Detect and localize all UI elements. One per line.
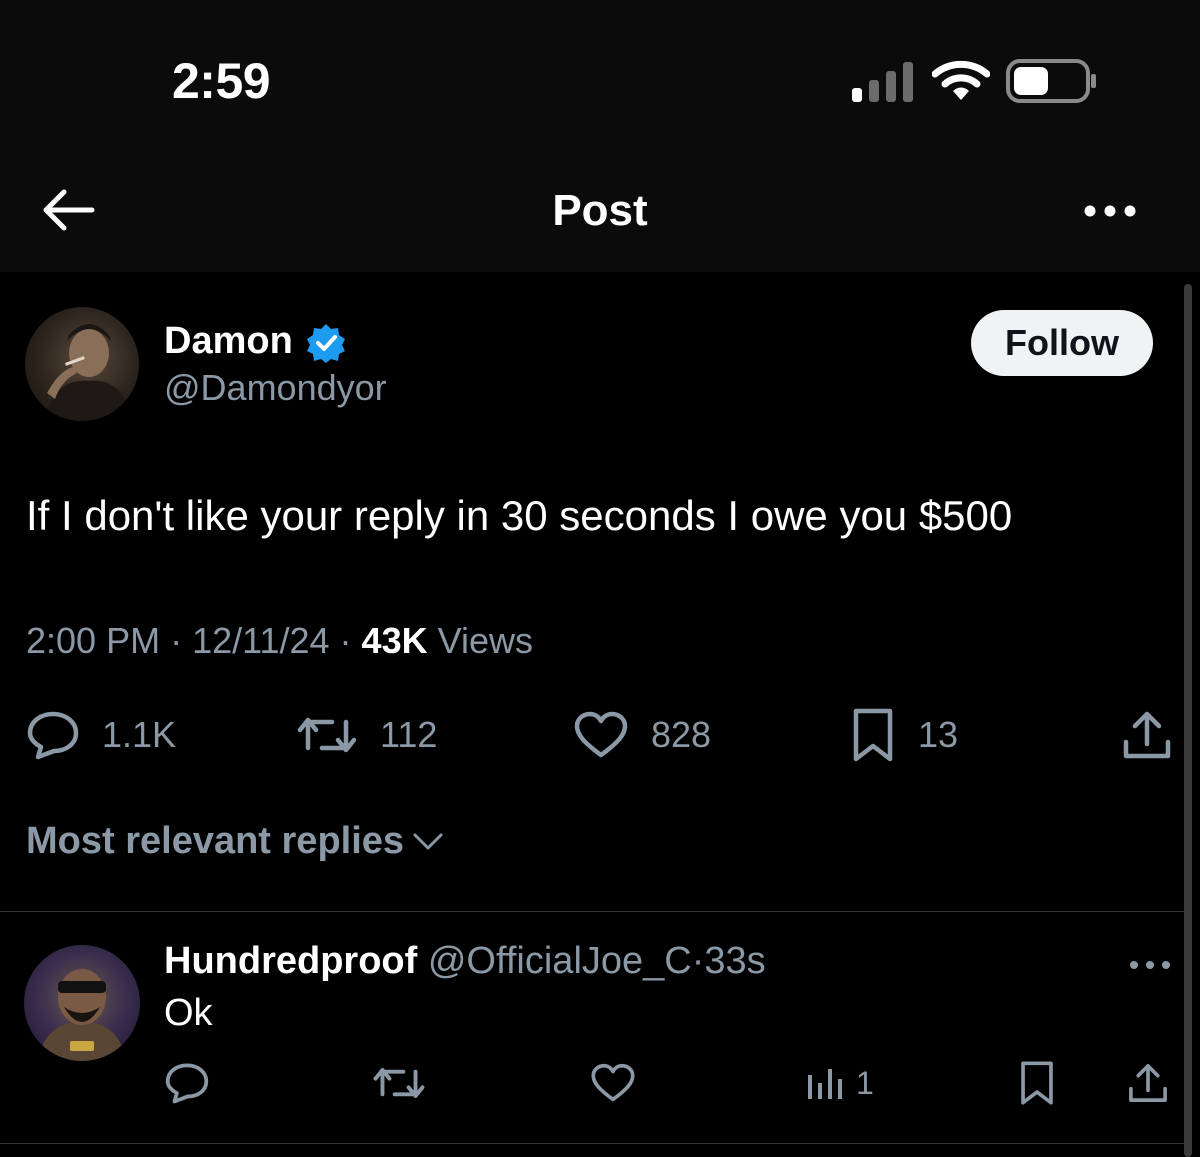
reply-bookmark-button[interactable] xyxy=(1018,1058,1068,1108)
views-label: Views xyxy=(437,620,533,661)
post-actions-bar: 1.1K 112 828 13 xyxy=(0,700,1200,770)
reply-bubble-icon xyxy=(27,711,79,760)
reply-actions-bar: 1 xyxy=(0,1058,1200,1108)
repost-count: 112 xyxy=(380,714,438,755)
status-time: 2:59 xyxy=(172,53,271,109)
author-avatar[interactable] xyxy=(25,307,139,421)
bookmark-icon xyxy=(1021,1061,1053,1105)
reply-text: Ok xyxy=(164,992,213,1034)
reply-age: 33s xyxy=(704,940,766,982)
more-options-icon[interactable] xyxy=(1080,196,1140,226)
chevron-down-icon xyxy=(413,833,443,849)
post-text: If I don't like your reply in 30 seconds… xyxy=(26,492,1013,539)
reply-count: 1.1K xyxy=(102,714,177,755)
reply-views-button[interactable]: 1 xyxy=(806,1058,874,1108)
battery-icon xyxy=(1006,59,1096,103)
post-date: 12/11/24 xyxy=(192,620,330,661)
reply-header: Hundredproof @OfficialJoe_C·33s xyxy=(164,940,766,982)
reply-repost-button[interactable] xyxy=(372,1058,438,1108)
share-icon xyxy=(1123,711,1171,759)
follow-button[interactable]: Follow xyxy=(971,310,1153,376)
bookmark-icon xyxy=(853,708,893,762)
reply-avatar-image xyxy=(38,969,126,1061)
repost-button[interactable]: 112 xyxy=(296,700,437,770)
reply-author-avatar[interactable] xyxy=(24,945,140,1061)
reply-reply-button[interactable] xyxy=(164,1058,222,1108)
repost-icon xyxy=(297,717,357,753)
post-metadata: 2:00 PM · 12/11/24 · 43K Views xyxy=(26,620,533,661)
reply-author-name[interactable]: Hundredproof xyxy=(164,940,417,982)
heart-icon xyxy=(591,1063,635,1102)
author-name[interactable]: Damon xyxy=(164,320,293,363)
like-count: 828 xyxy=(651,714,712,755)
divider xyxy=(0,1143,1184,1144)
wifi-icon xyxy=(932,60,990,100)
sort-label: Most relevant replies xyxy=(26,820,405,862)
share-icon xyxy=(1129,1064,1167,1102)
bookmark-count: 13 xyxy=(918,714,959,755)
page-title: Post xyxy=(552,186,648,235)
like-button[interactable]: 828 xyxy=(573,700,711,770)
views-count[interactable]: 43K xyxy=(362,620,428,661)
divider xyxy=(0,911,1184,912)
reply-bubble-icon xyxy=(165,1063,209,1104)
verified-badge-icon xyxy=(307,324,345,363)
repost-icon xyxy=(373,1068,425,1098)
author-avatar-image xyxy=(45,324,133,421)
bookmark-button[interactable]: 13 xyxy=(850,700,958,770)
post-time: 2:00 PM xyxy=(26,620,161,661)
reply-like-button[interactable] xyxy=(590,1058,648,1108)
share-button[interactable] xyxy=(1120,700,1196,770)
replies-sort-dropdown[interactable]: Most relevant replies xyxy=(26,820,444,863)
author-handle[interactable]: @Damondyor xyxy=(164,367,387,409)
top-navigation-bar: Post xyxy=(0,150,1200,272)
reply-author-handle[interactable]: @OfficialJoe_C xyxy=(428,940,692,982)
heart-icon xyxy=(574,711,628,758)
analytics-bars-icon xyxy=(808,1069,842,1099)
reply-button[interactable]: 1.1K xyxy=(26,700,176,770)
reply-share-button[interactable] xyxy=(1126,1058,1182,1108)
reply-more-options-icon[interactable] xyxy=(1128,955,1172,975)
reply-views-count: 1 xyxy=(856,1064,874,1101)
status-bar: 2:59 xyxy=(0,0,1200,150)
cellular-signal-icon xyxy=(852,62,913,102)
